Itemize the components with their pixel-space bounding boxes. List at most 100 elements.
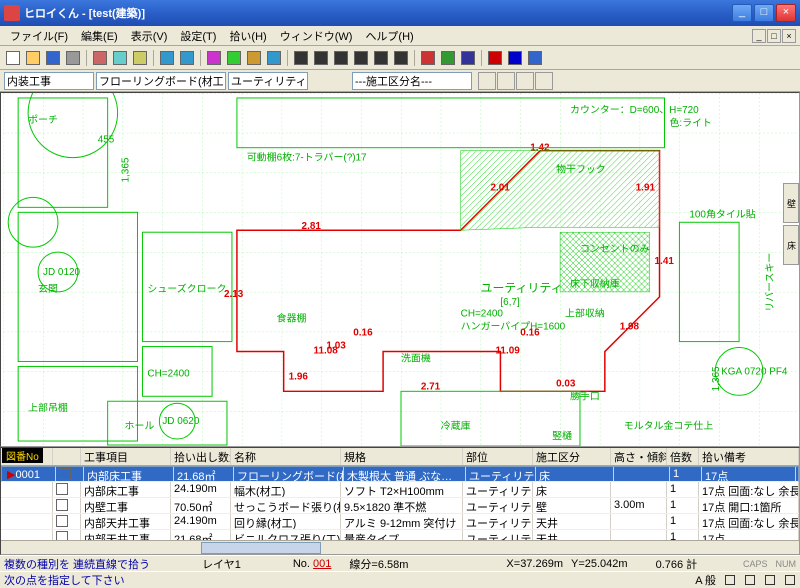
category-select[interactable] (4, 72, 94, 90)
undo-icon (160, 51, 174, 65)
poly-button[interactable] (372, 49, 390, 67)
svg-text:ポーチ: ポーチ (28, 114, 58, 126)
col-header-8[interactable]: 高さ・傾斜 (611, 448, 667, 465)
menu-f[interactable]: ファイル(F) (4, 26, 74, 46)
cell: 17点 回面:なし 余長:なし (699, 482, 799, 497)
col-header-2[interactable]: 工事項目 (81, 448, 171, 465)
maximize-button[interactable]: □ (754, 4, 774, 22)
division-select[interactable] (352, 72, 472, 90)
ime-dot-2[interactable] (745, 575, 755, 585)
cell: 21.68㎡ (174, 467, 234, 481)
cell: 内部床工事 (84, 467, 174, 481)
ime-dot-3[interactable] (765, 575, 775, 585)
dim-button[interactable] (439, 49, 457, 67)
mdi-close[interactable]: × (782, 29, 796, 43)
redo-button[interactable] (178, 49, 196, 67)
row-type-icon (56, 531, 68, 540)
undo-button[interactable] (158, 49, 176, 67)
col-header-10[interactable]: 拾い備考 (699, 448, 799, 465)
col-header-9[interactable]: 倍数 (667, 448, 699, 465)
layer-field[interactable]: レイヤ1 (198, 556, 245, 572)
linelen-label: 線分= (349, 559, 377, 571)
menu-v[interactable]: 表示(V) (125, 26, 174, 46)
svg-text:0.16: 0.16 (353, 328, 373, 339)
material-select[interactable] (96, 72, 226, 90)
mdi-max[interactable]: □ (767, 29, 781, 43)
cell: ビニルクロス張り(工) (231, 530, 341, 540)
save-button[interactable] (44, 49, 62, 67)
cell: 床 (533, 482, 611, 497)
new-button[interactable] (4, 49, 22, 67)
cut-button[interactable] (91, 49, 109, 67)
cell: 1 (670, 467, 702, 481)
svg-text:1.98: 1.98 (620, 322, 640, 333)
table-row[interactable]: 内壁工事70.50㎡せっこうボード張り(材…9.5×1820 準不燃ユーティリテ… (1, 498, 799, 514)
print-button[interactable] (64, 49, 82, 67)
drawing-canvas[interactable]: ポーチ 玄関 上部吊棚 シューズクローク CH=2400 ホール JD 0120… (0, 92, 800, 447)
cell: 床 (536, 467, 614, 481)
cell: 天井 (533, 530, 611, 540)
table-row[interactable]: ▶0001内部床工事21.68㎡フローリングボード(材工)木製根太 普通 ぶな…… (1, 466, 799, 482)
red-button[interactable] (486, 49, 504, 67)
view-button-3[interactable] (516, 72, 534, 90)
col-header-1[interactable] (53, 448, 81, 465)
pick-button[interactable] (292, 49, 310, 67)
close-button[interactable]: × (776, 4, 796, 22)
cell: 9.5×1820 準不燃 (341, 498, 463, 513)
cell (53, 482, 81, 497)
app-icon (4, 5, 20, 21)
cell: フローリングボード(材工) (234, 467, 344, 481)
minimize-button[interactable]: _ (732, 4, 752, 22)
zoom-button[interactable] (265, 49, 283, 67)
blue-button[interactable] (506, 49, 524, 67)
snap-button[interactable] (245, 49, 263, 67)
cell (53, 498, 81, 513)
redo-icon (180, 51, 194, 65)
copy-button[interactable] (111, 49, 129, 67)
view-button-1[interactable] (478, 72, 496, 90)
horizontal-scrollbar[interactable] (1, 540, 799, 554)
blue-icon (508, 51, 522, 65)
line-button[interactable] (312, 49, 330, 67)
col-header-7[interactable]: 施工区分 (533, 448, 611, 465)
table-row[interactable]: 内部天井工事24.190m回り縁(材工)アルミ 9-12mm 突付けユーティリテ… (1, 514, 799, 530)
side-tab-2[interactable]: 床 (783, 225, 799, 265)
no-value[interactable]: 001 (313, 558, 331, 570)
menu-h[interactable]: ヘルプ(H) (359, 26, 419, 46)
help-button[interactable] (526, 49, 544, 67)
svg-text:2.81: 2.81 (302, 221, 322, 232)
side-tab-1[interactable]: 壁 (783, 183, 799, 223)
view-button-2[interactable] (497, 72, 515, 90)
paste-button[interactable] (131, 49, 149, 67)
grid-button[interactable] (225, 49, 243, 67)
sheet-tab[interactable]: 図番No (2, 448, 43, 463)
mdi-min[interactable]: _ (752, 29, 766, 43)
view-button-4[interactable] (535, 72, 553, 90)
ime-dot-1[interactable] (725, 575, 735, 585)
circle-icon (354, 51, 368, 65)
rect-button[interactable] (332, 49, 350, 67)
room-select[interactable] (228, 72, 308, 90)
menu-h[interactable]: 拾い(H) (223, 26, 272, 46)
table-row[interactable]: 内部天井工事21.68㎡ビニルクロス張り(工)量産タイプユーティリティ天井117… (1, 530, 799, 540)
col-header-6[interactable]: 部位 (463, 448, 533, 465)
col-header-5[interactable]: 規格 (341, 448, 463, 465)
snap-icon (247, 51, 261, 65)
circle-button[interactable] (352, 49, 370, 67)
text-button[interactable] (459, 49, 477, 67)
svg-text:上部吊棚: 上部吊棚 (28, 401, 68, 414)
menu-t[interactable]: 設定(T) (174, 26, 222, 46)
ime-dot-4[interactable] (785, 575, 795, 585)
arc-button[interactable] (392, 49, 410, 67)
open-button[interactable] (24, 49, 42, 67)
col-header-3[interactable]: 拾い出し数量 (171, 448, 231, 465)
cell: 回り縁(材工) (231, 514, 341, 529)
svg-text:JD 0120: JD 0120 (43, 267, 80, 278)
table-row[interactable]: 内部床工事24.190m幅木(材工)ソフト T2×H100mmユーティリティ床1… (1, 482, 799, 498)
menu-e[interactable]: 編集(E) (75, 26, 124, 46)
measure-button[interactable] (419, 49, 437, 67)
layer-button[interactable] (205, 49, 223, 67)
menu-w[interactable]: ウィンドウ(W) (274, 26, 359, 46)
ime-mode[interactable]: A 般 (695, 572, 716, 588)
col-header-4[interactable]: 名称 (231, 448, 341, 465)
